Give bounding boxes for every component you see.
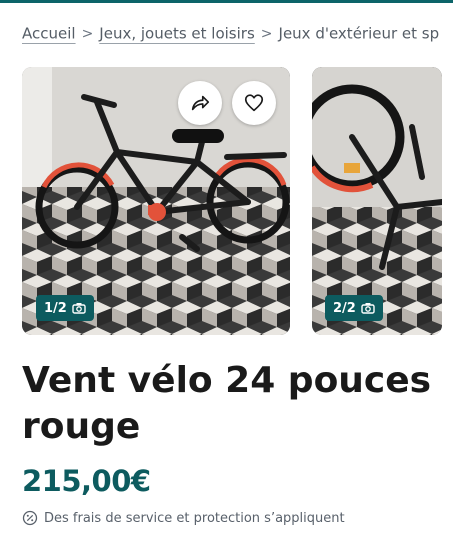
- photo-counter: 1/2: [36, 295, 94, 321]
- listing-title: Vent vélo 24 pouces rouge: [22, 360, 432, 447]
- breadcrumb-link-home[interactable]: Accueil: [22, 25, 76, 43]
- top-accent-bar: [0, 0, 453, 3]
- camera-icon: [72, 303, 86, 314]
- photo-counter: 2/2: [325, 295, 383, 321]
- listing-photo-2[interactable]: 2/2: [312, 67, 442, 335]
- photo-counter-text: 1/2: [44, 300, 67, 316]
- fees-notice[interactable]: Des frais de service et protection s’app…: [22, 508, 345, 528]
- breadcrumb-separator: >: [81, 25, 94, 42]
- listing-price: 215,00€: [22, 464, 151, 498]
- breadcrumb: Accueil > Jeux, jouets et loisirs > Jeux d'e…: [22, 24, 453, 46]
- breadcrumb-separator: >: [260, 25, 273, 42]
- favorite-button[interactable]: [232, 81, 276, 125]
- share-button[interactable]: [178, 81, 222, 125]
- camera-icon: [361, 303, 375, 314]
- breadcrumb-current[interactable]: Jeux d'extérieur et sp: [279, 25, 440, 43]
- heart-icon: [244, 94, 264, 112]
- listing-photo-1[interactable]: 1/2: [22, 67, 290, 335]
- photo-counter-text: 2/2: [333, 300, 356, 316]
- share-icon: [191, 95, 210, 111]
- fees-notice-text: Des frais de service et protection s’app…: [44, 510, 345, 526]
- breadcrumb-link-category[interactable]: Jeux, jouets et loisirs: [99, 25, 254, 43]
- percent-badge-icon: [22, 510, 38, 526]
